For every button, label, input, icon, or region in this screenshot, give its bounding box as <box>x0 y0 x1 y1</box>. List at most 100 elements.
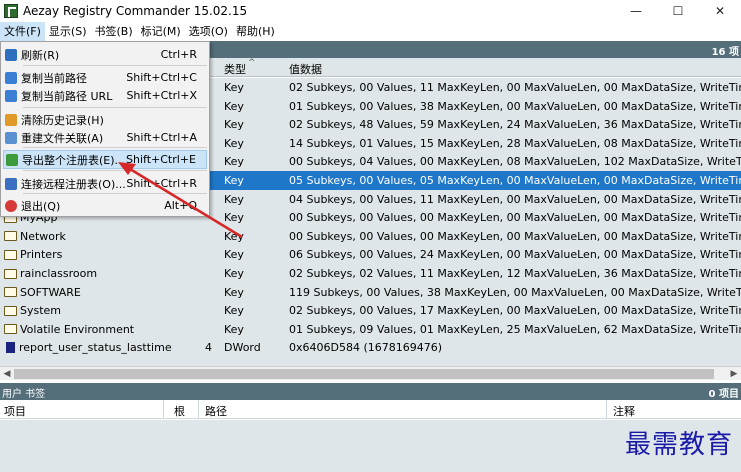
row-name-cell: Network <box>4 230 66 243</box>
menu-separator <box>23 170 207 171</box>
row-data: 01 Subkeys, 09 Values, 01 MaxKeyLen, 25 … <box>289 322 741 336</box>
folder-icon <box>4 268 17 279</box>
bookmarks-title: 用户 书签 <box>2 389 46 400</box>
row-type: Key <box>224 229 244 243</box>
table-row[interactable]: System Key 02 Subkeys, 00 Values, 17 MaxKe… <box>0 301 741 320</box>
file-menu-dropdown: 刷新(R) Ctrl+R 复制当前路径 Shift+Ctrl+C 复制当前路径 URL S… <box>0 41 210 217</box>
watermark: 最需教育 <box>624 430 733 460</box>
folder-icon <box>4 231 17 242</box>
row-data: 0x6406D584 (1678169476) <box>289 341 443 355</box>
menu-item-copy-path[interactable]: 复制当前路径 Shift+Ctrl+C <box>3 68 207 87</box>
menu-item-clear-history[interactable]: 清除历史记录(H) <box>3 110 207 129</box>
scroll-right-icon[interactable]: ▶ <box>727 367 741 381</box>
menu-item-shortcut: Alt+Q <box>164 199 197 212</box>
row-data: 02 Subkeys, 00 Values, 17 MaxKeyLen, 00 … <box>289 304 741 318</box>
scroll-thumb[interactable] <box>14 369 714 379</box>
row-name-cell: report_user_status_lasttime <box>4 341 172 354</box>
menu-bookmarks[interactable]: 书签(B) <box>91 22 137 41</box>
row-name: SOFTWARE <box>20 285 81 299</box>
bookmarks-count: 0 项目 <box>708 389 739 400</box>
row-name-cell: Volatile Environment <box>4 323 134 336</box>
table-row[interactable]: SOFTWARE Key 119 Subkeys, 00 Values, 38 Ma… <box>0 283 741 302</box>
horizontal-scrollbar[interactable]: ◀ ▶ <box>0 366 741 380</box>
menu-separator <box>23 65 207 66</box>
menu-separator <box>23 193 207 194</box>
menu-item-copy-url[interactable]: 复制当前路径 URL Shift+Ctrl+X <box>3 86 207 105</box>
menu-item-refresh[interactable]: 刷新(R) Ctrl+R <box>3 45 207 64</box>
bookmarks-column-header: 项目 根 路径 注释 <box>0 400 741 419</box>
row-data: 04 Subkeys, 00 Values, 11 MaxKeyLen, 00 … <box>289 192 741 206</box>
minimize-button[interactable]: — <box>615 0 657 22</box>
row-data: 119 Subkeys, 00 Values, 38 MaxKeyLen, 00… <box>289 285 741 299</box>
row-type: Key <box>224 155 244 169</box>
menu-separator <box>23 107 207 108</box>
menu-item-shortcut: Ctrl+R <box>160 48 197 61</box>
file-assoc-icon <box>5 131 17 144</box>
row-type: Key <box>224 192 244 206</box>
bm-column-root[interactable]: 根 <box>174 403 185 419</box>
window-controls: — ☐ ✕ <box>615 0 741 22</box>
row-data: 00 Subkeys, 00 Values, 00 MaxKeyLen, 00 … <box>289 211 741 225</box>
row-type: Key <box>224 322 244 336</box>
menu-marks[interactable]: 标记(M) <box>137 22 185 41</box>
menu-item-label: 清除历史记录(H) <box>21 113 104 127</box>
row-name: Volatile Environment <box>20 322 135 336</box>
scroll-left-icon[interactable]: ◀ <box>0 367 14 381</box>
row-size: 4 <box>205 341 212 355</box>
table-row[interactable]: Volatile Environment Key 01 Subkeys, 09 Va… <box>0 320 741 339</box>
row-data: 05 Subkeys, 00 Values, 05 MaxKeyLen, 00 … <box>289 174 741 187</box>
menu-options[interactable]: 选项(O) <box>185 22 232 41</box>
bm-column-note[interactable]: 注释 <box>613 403 635 419</box>
column-data[interactable]: 值数据 <box>289 61 322 77</box>
menu-item-exit[interactable]: 退出(Q) Alt+Q <box>3 196 207 215</box>
row-type: DWord <box>224 341 261 355</box>
item-count: 16 项 <box>711 47 739 58</box>
bookmarks-strip: 用户 书签 0 项目 <box>0 383 741 400</box>
row-name-cell: rainclassroom <box>4 267 97 280</box>
row-data: 02 Subkeys, 02 Values, 11 MaxKeyLen, 12 … <box>289 267 741 280</box>
menu-view[interactable]: 显示(S) <box>45 22 91 41</box>
menu-item-shortcut: Shift+Ctrl+R <box>126 177 197 190</box>
export-icon <box>6 153 18 166</box>
bm-column-path[interactable]: 路径 <box>205 403 227 419</box>
row-name-cell: System <box>4 304 61 317</box>
window-title: Aezay Registry Commander 15.02.15 <box>23 4 248 18</box>
row-type: Key <box>224 267 244 280</box>
row-data: 01 Subkeys, 00 Values, 38 MaxKeyLen, 00 … <box>289 99 741 113</box>
table-row[interactable]: rainclassroom Key 02 Subkeys, 02 Values, 1… <box>0 264 741 283</box>
table-row[interactable]: Printers Key 06 Subkeys, 00 Values, 24 Max… <box>0 245 741 264</box>
row-name: Network <box>20 229 66 243</box>
row-name-cell: Printers <box>4 248 62 261</box>
row-name: Printers <box>20 248 63 262</box>
column-divider <box>163 400 164 419</box>
menu-item-file-assoc[interactable]: 重建文件关联(A) Shift+Ctrl+A <box>3 128 207 147</box>
sort-indicator-icon: ^ <box>248 58 256 68</box>
exit-icon <box>5 199 17 212</box>
menu-bar: 文件(F) 显示(S) 书签(B) 标记(M) 选项(O) 帮助(H) <box>0 22 741 41</box>
menu-item-shortcut: Shift+Ctrl+C <box>126 71 197 84</box>
menu-item-shortcut: Shift+Ctrl+X <box>126 89 197 102</box>
menu-item-remote[interactable]: 连接远程注册表(O)... Shift+Ctrl+R <box>3 174 207 193</box>
row-type: Key <box>224 99 244 113</box>
row-type: Key <box>224 81 244 94</box>
column-type[interactable]: 类型 <box>224 61 246 77</box>
row-type: Key <box>224 304 244 318</box>
row-type: Key <box>224 118 244 132</box>
row-type: Key <box>224 248 244 262</box>
menu-help[interactable]: 帮助(H) <box>232 22 279 41</box>
table-row[interactable]: report_user_status_lasttime 4 DWord 0x6406D… <box>0 338 741 357</box>
row-data: 06 Subkeys, 00 Values, 24 MaxKeyLen, 00 … <box>289 248 741 262</box>
maximize-button[interactable]: ☐ <box>657 0 699 22</box>
table-row[interactable]: Network Key 00 Subkeys, 00 Values, 00 MaxK… <box>0 227 741 246</box>
copy-url-icon <box>5 89 17 102</box>
close-button[interactable]: ✕ <box>699 0 741 22</box>
row-data: 14 Subkeys, 01 Values, 15 MaxKeyLen, 28 … <box>289 136 741 150</box>
row-type: Key <box>224 285 244 299</box>
menu-file[interactable]: 文件(F) <box>0 22 45 41</box>
folder-icon <box>4 324 17 335</box>
row-data: 00 Subkeys, 00 Values, 00 MaxKeyLen, 00 … <box>289 229 741 243</box>
menu-item-export[interactable]: 导出整个注册表(E)... Shift+Ctrl+E <box>3 150 207 169</box>
menu-item-shortcut: Shift+Ctrl+E <box>126 153 196 166</box>
bm-column-item[interactable]: 项目 <box>4 403 26 419</box>
row-type: Key <box>224 174 244 187</box>
